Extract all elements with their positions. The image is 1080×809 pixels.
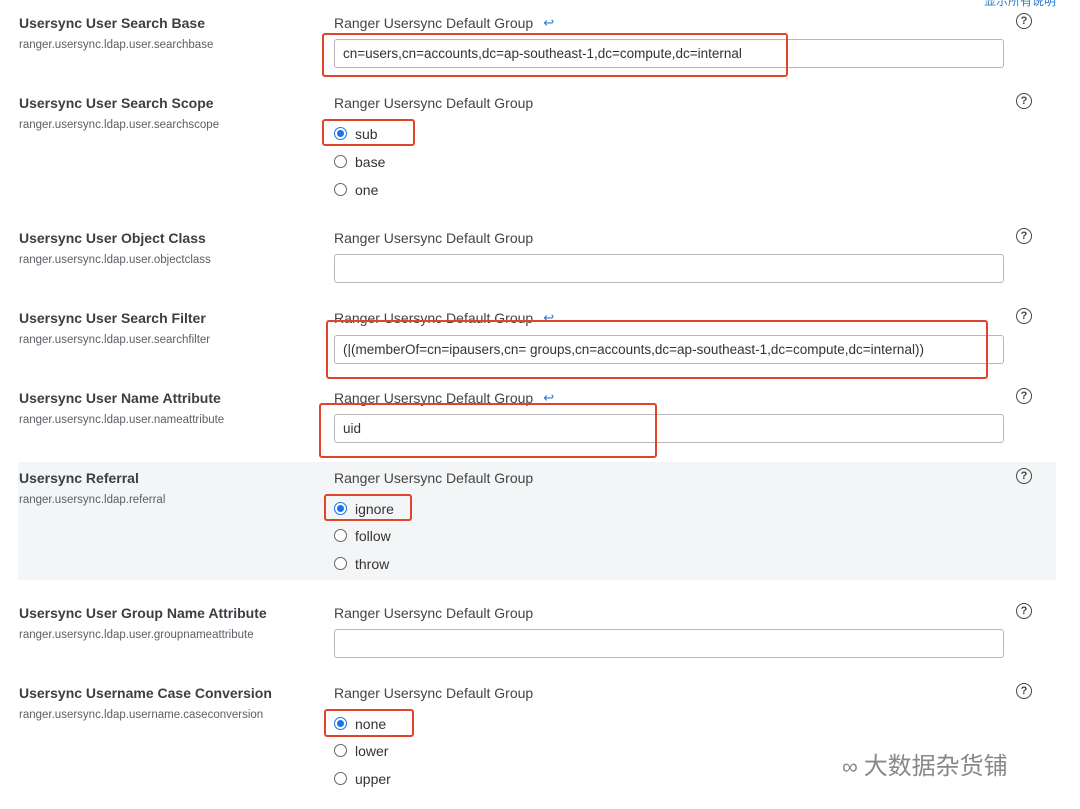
help-icon[interactable]: ? <box>1016 603 1032 619</box>
radio-option-throw[interactable]: throw <box>334 554 389 574</box>
radio-option-lower[interactable]: lower <box>334 741 388 761</box>
show-all-descriptions-link[interactable]: 显示所有说明 <box>984 0 1056 9</box>
config-group-label: Ranger Usersync Default Group <box>334 95 534 111</box>
wechat-icon: ∞ <box>842 754 858 779</box>
radio-option-base[interactable]: base <box>334 152 385 172</box>
property-title: Usersync User Search Base <box>19 15 206 31</box>
property-title: Usersync User Group Name Attribute <box>19 605 267 621</box>
radio-unchecked-icon <box>334 155 347 168</box>
property-title: Usersync User Search Scope <box>19 95 214 111</box>
config-group-label: Ranger Usersync Default Group <box>334 685 534 701</box>
wechat-watermark: ∞ 大数据杂货铺 <box>842 753 1008 780</box>
object-class-input[interactable] <box>334 254 1004 283</box>
property-key: ranger.usersync.ldap.user.searchbase <box>19 39 214 51</box>
radio-option-follow[interactable]: follow <box>334 526 391 546</box>
radio-unchecked-icon <box>334 772 347 785</box>
config-group-label: Ranger Usersync Default Group <box>334 470 534 486</box>
undo-icon[interactable]: ↩ <box>543 15 554 30</box>
highlight-box-referral-ignore <box>324 494 412 521</box>
radio-unchecked-icon <box>334 557 347 570</box>
property-row-referral: Usersync Referral ranger.usersync.ldap.r… <box>18 462 1056 580</box>
property-title: Usersync Username Case Conversion <box>19 685 272 701</box>
radio-unchecked-icon <box>334 744 347 757</box>
highlight-box-search-filter <box>326 320 988 379</box>
config-group-label: Ranger Usersync Default Group <box>334 605 534 621</box>
radio-option-upper[interactable]: upper <box>334 769 391 789</box>
highlight-box-scope-sub <box>322 119 415 146</box>
highlight-box-case-none <box>324 709 414 737</box>
property-key: ranger.usersync.ldap.user.searchscope <box>19 119 220 131</box>
highlight-box-name-attribute <box>319 403 657 458</box>
help-icon[interactable]: ? <box>1016 13 1032 29</box>
property-row-search-scope: Usersync User Search Scope ranger.usersy… <box>18 93 1056 205</box>
property-key: ranger.usersync.ldap.referral <box>19 494 166 506</box>
help-icon[interactable]: ? <box>1016 683 1032 699</box>
group-name-attribute-input[interactable] <box>334 629 1004 658</box>
property-key: ranger.usersync.ldap.user.nameattribute <box>19 414 225 426</box>
help-icon[interactable]: ? <box>1016 388 1032 404</box>
property-title: Usersync User Object Class <box>19 230 206 246</box>
property-key: ranger.usersync.ldap.username.caseconver… <box>19 709 264 721</box>
property-title: Usersync Referral <box>19 470 139 486</box>
property-key: ranger.usersync.ldap.user.objectclass <box>19 254 211 266</box>
property-key: ranger.usersync.ldap.user.groupnameattri… <box>19 629 254 641</box>
help-icon[interactable]: ? <box>1016 308 1032 324</box>
help-icon[interactable]: ? <box>1016 93 1032 109</box>
config-group-label: Ranger Usersync Default Group ↩ <box>334 15 555 31</box>
property-key: ranger.usersync.ldap.user.searchfilter <box>19 334 211 346</box>
radio-unchecked-icon <box>334 183 347 196</box>
radio-unchecked-icon <box>334 529 347 542</box>
property-row-group-name-attribute: Usersync User Group Name Attribute range… <box>18 603 1056 665</box>
highlight-box-search-base <box>322 33 788 77</box>
radio-option-one[interactable]: one <box>334 180 378 200</box>
property-title: Usersync User Name Attribute <box>19 390 221 406</box>
property-title: Usersync User Search Filter <box>19 310 206 326</box>
property-row-object-class: Usersync User Object Class ranger.usersy… <box>18 228 1056 290</box>
config-group-label: Ranger Usersync Default Group <box>334 230 534 246</box>
help-icon[interactable]: ? <box>1016 468 1032 484</box>
help-icon[interactable]: ? <box>1016 228 1032 244</box>
